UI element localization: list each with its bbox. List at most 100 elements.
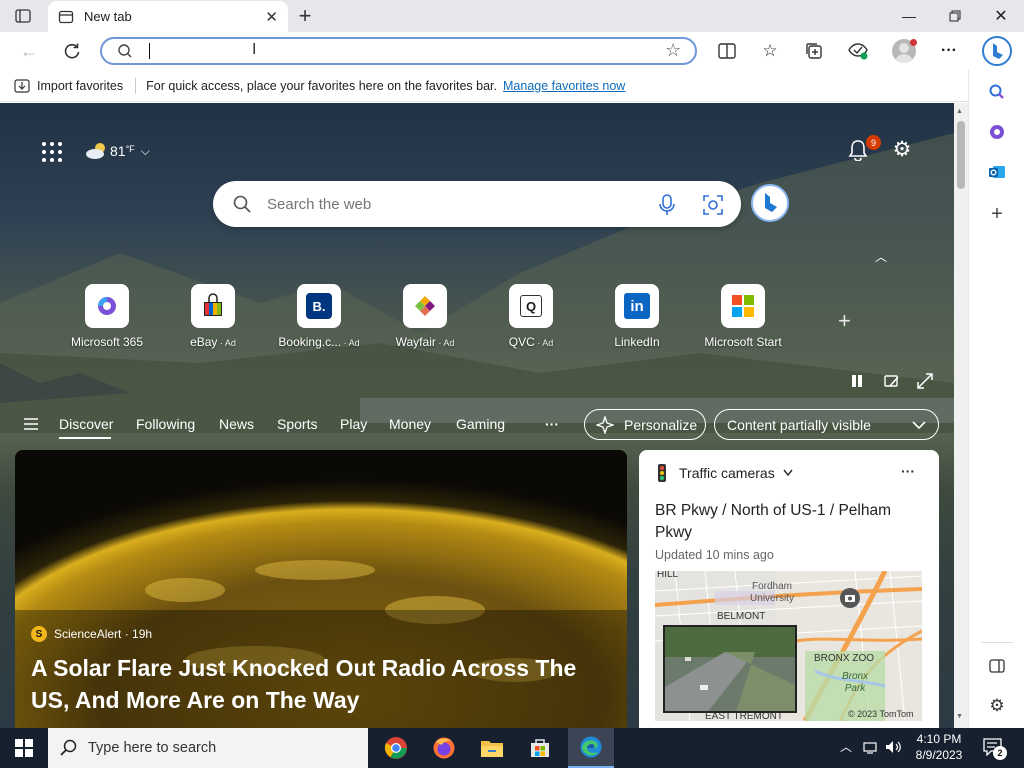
sidebar-add-icon[interactable]: + (987, 203, 1007, 225)
camera-snapshot[interactable] (663, 625, 797, 713)
split-screen-icon[interactable] (716, 40, 738, 62)
content-visibility-label: Content partially visible (727, 416, 871, 433)
collapse-chevron-icon[interactable]: ︿ (875, 248, 887, 265)
tile-booking[interactable]: B. (297, 284, 341, 328)
i-beam-cursor-icon: I (252, 41, 257, 58)
map-label-bronx-park: Bronx Park (841, 671, 869, 694)
chrome-taskbar-icon[interactable] (376, 728, 416, 768)
feed-tab-play[interactable]: Play (340, 416, 367, 432)
firefox-taskbar-icon[interactable] (424, 728, 464, 768)
clock-date: 8/9/2023 (915, 748, 963, 762)
camera-location[interactable]: BR Pkwy / North of US-1 / Pelham Pkwy (655, 500, 925, 544)
add-site-plus-icon[interactable]: + (838, 308, 851, 334)
apps-grid-icon[interactable] (41, 141, 63, 163)
sidebar-outlook-icon[interactable] (987, 162, 1007, 182)
pause-icon[interactable] (850, 374, 864, 391)
tile-label-qvc: QVC · Ad (508, 335, 554, 349)
page-settings-gear-icon[interactable]: ⚙ (891, 138, 913, 161)
article-headline[interactable]: A Solar Flare Just Knocked Out Radio Acr… (31, 652, 621, 716)
expand-icon[interactable] (917, 373, 933, 392)
minimize-button[interactable]: — (886, 0, 932, 32)
feed-tab-news[interactable]: News (219, 416, 254, 432)
add-favorite-star-icon[interactable]: ☆ (665, 40, 681, 61)
feed-tab-following[interactable]: Following (136, 416, 195, 432)
divider (981, 642, 1013, 643)
close-tab-icon[interactable]: ✕ (265, 8, 278, 26)
visual-search-icon[interactable] (703, 195, 723, 218)
traffic-card-header[interactable]: Traffic cameras (655, 464, 793, 482)
network-icon[interactable] (863, 740, 879, 757)
personalize-button[interactable]: Personalize (584, 409, 706, 440)
tab-strip: New tab ✕ + — ✕ (0, 0, 1024, 32)
bing-copilot-icon[interactable] (982, 36, 1012, 66)
menu-hamburger-icon[interactable] (23, 418, 39, 433)
sidebar-office-icon[interactable] (987, 122, 1007, 142)
scrollbar-thumb[interactable] (957, 121, 965, 189)
hide-sidebar-icon[interactable] (987, 656, 1007, 676)
tile-label-wayfair: Wayfair · Ad (395, 335, 455, 349)
feed-more-button[interactable]: ··· (545, 416, 559, 432)
scroll-down-icon[interactable]: ▼ (956, 713, 963, 720)
microsoft-365-logo-icon (98, 297, 116, 315)
settings-more-icon[interactable]: ··· (938, 40, 960, 62)
tab-actions-icon[interactable] (14, 8, 32, 24)
store-taskbar-icon[interactable] (520, 728, 560, 768)
feed-tab-gaming[interactable]: Gaming (456, 416, 505, 432)
camera-pin-icon[interactable] (840, 588, 860, 608)
profile-alert-dot (910, 39, 917, 46)
show-hidden-icons-chevron-icon[interactable]: ︿ (840, 738, 852, 755)
feed-tab-money[interactable]: Money (389, 416, 431, 432)
feed-tab-sports[interactable]: Sports (277, 416, 317, 432)
restore-button[interactable] (932, 0, 978, 32)
address-bar[interactable]: I ☆ (100, 37, 697, 65)
notification-count-badge: 9 (866, 135, 881, 150)
new-tab-button[interactable]: + (292, 3, 318, 28)
import-icon (13, 77, 31, 95)
back-button[interactable]: ← (18, 40, 40, 62)
sidebar-search-icon[interactable] (987, 82, 1007, 102)
bing-chat-button[interactable] (751, 184, 789, 222)
close-window-button[interactable]: ✕ (978, 0, 1024, 32)
favorites-icon[interactable]: ☆ (759, 40, 781, 62)
edge-taskbar-icon[interactable] (568, 728, 614, 768)
tab-new-tab[interactable]: New tab ✕ (48, 1, 288, 32)
tile-microsoft-365[interactable] (85, 284, 129, 328)
refresh-button[interactable] (61, 40, 83, 62)
image-info-icon[interactable] (884, 374, 900, 391)
text-cursor (149, 43, 150, 59)
manage-favorites-link[interactable]: Manage favorites now (503, 79, 625, 93)
page-scrollbar[interactable]: ▲ ▼ (954, 103, 968, 728)
weather-unit: °F (125, 144, 135, 154)
tile-ebay[interactable] (191, 284, 235, 328)
sidebar-settings-icon[interactable]: ⚙ (987, 696, 1007, 716)
browser-essentials-icon[interactable] (846, 40, 870, 62)
card-more-options-icon[interactable]: ··· (901, 463, 915, 479)
volume-icon[interactable] (885, 740, 903, 757)
map-label-fordham: Fordham University (750, 581, 794, 604)
tile-qvc[interactable]: Q (509, 284, 553, 328)
collections-icon[interactable] (803, 40, 825, 62)
hero-article-card[interactable]: S ScienceAlert · 19h A Solar Flare Just … (15, 450, 627, 728)
traffic-card-title: Traffic cameras (679, 465, 775, 481)
new-tab-page: 81°F ⌵ 9 ⚙ ︿ Microsoft 365 eBay · Ad B. … (0, 103, 954, 728)
web-search-input[interactable] (267, 192, 627, 216)
feed-tab-discover[interactable]: Discover (59, 416, 113, 432)
scroll-up-icon[interactable]: ▲ (956, 108, 963, 115)
traffic-map[interactable]: HILL Fordham University BELMONT BRONX ZO… (655, 571, 922, 721)
tile-microsoft-start[interactable] (721, 284, 765, 328)
weather-widget[interactable]: 81 °F ⌵ (84, 141, 150, 161)
import-favorites-link[interactable]: Import favorites (37, 79, 123, 93)
content-visibility-dropdown[interactable]: Content partially visible (714, 409, 939, 440)
windows-taskbar: Type here to search ︿ 4:10 PM 8/9/2023 2 (0, 728, 1024, 768)
map-label-hill: HILL (657, 571, 679, 580)
tile-wayfair[interactable] (403, 284, 447, 328)
map-copyright: © 2023 TomTom (848, 709, 914, 719)
web-search-box[interactable] (213, 181, 741, 227)
taskbar-search-box[interactable]: Type here to search (48, 728, 368, 768)
microphone-icon[interactable] (659, 194, 675, 219)
tile-linkedin[interactable]: in (615, 284, 659, 328)
file-explorer-taskbar-icon[interactable] (472, 728, 512, 768)
start-button[interactable] (0, 728, 48, 768)
system-clock[interactable]: 4:10 PM 8/9/2023 (909, 731, 969, 763)
wayfair-logo-icon (415, 296, 435, 316)
